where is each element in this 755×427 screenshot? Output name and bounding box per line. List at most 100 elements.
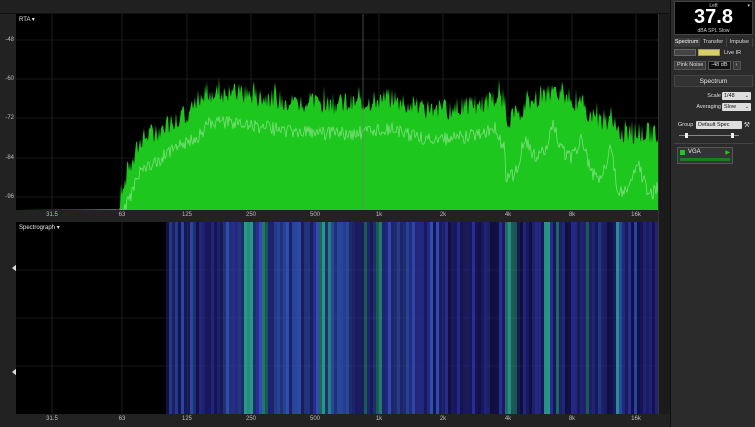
spectrograph-band [166,222,169,414]
pink-noise-row: Pink Noise -48 dB ‹ [674,61,753,70]
spectrograph-band [535,222,538,414]
spectrograph-band [520,222,523,414]
spectrograph-band [574,222,577,414]
spectrograph-band [190,222,193,414]
spl-meter[interactable]: Left ▾ 37.8 dBA SPL Slow [674,1,753,35]
spectrograph-band [643,222,646,414]
slider-knob-right[interactable] [731,133,734,138]
spectrograph-band [571,222,574,414]
spectrograph-band [487,222,490,414]
spectrograph-band [292,222,295,414]
spectrograph-band [484,222,487,414]
x-tick-label: 500 [309,416,321,422]
spectrograph-band [412,222,415,414]
transfer-toggle[interactable] [698,49,720,56]
spectrograph-band [502,222,505,414]
spectrograph-band [637,222,640,414]
spectrograph-band [367,222,370,414]
spectrum-toggle[interactable] [674,49,696,56]
spectrograph-band [253,222,256,414]
vertical-scrollbar[interactable] [658,14,670,414]
spectrograph-band [337,222,340,414]
spectrograph-band [340,222,343,414]
live-ir-button[interactable]: Live IR [724,50,741,56]
pink-noise-menu-icon[interactable]: ‹ [732,61,741,70]
x-tick-label: 250 [245,416,257,422]
spectrograph-band [604,222,607,414]
spectrograph-band [268,222,271,414]
x-tick-label: 8k [568,416,576,422]
spectrograph-band [373,222,376,414]
spectrograph-band [541,222,544,414]
spectrograph-band [226,222,229,414]
spectrograph-band [406,222,409,414]
spectrograph-band [454,222,457,414]
x-tick-label: 1k [375,212,383,218]
rta-graph[interactable]: RTA ▾ [16,14,658,210]
spectrograph-band [277,222,280,414]
spectrograph-band [310,222,313,414]
spectrograph-band [424,222,427,414]
spectrograph-band [265,222,268,414]
spectrograph-band [550,222,553,414]
spectrograph-band [295,222,298,414]
pink-noise-button[interactable]: Pink Noise [674,61,707,70]
spectrograph-band [343,222,346,414]
spectrograph-band [499,222,502,414]
spectrograph-band [331,222,334,414]
spectrograph-band [439,222,442,414]
scale-select[interactable]: 1/48 ⌄ [722,92,751,100]
chevron-down-icon: ⌄ [744,104,749,110]
spectrograph-band [361,222,364,414]
rta-plot [16,14,658,210]
spectrograph-band [592,222,595,414]
spectrograph[interactable]: Spectrograph ▾ [16,222,658,414]
spectrograph-band [634,222,637,414]
tab-transfer[interactable]: Transfer [700,38,727,47]
spectrograph-band [235,222,238,414]
analyzer-main-area: -48 -60 -72 -84 -96 RTA ▾ 31.5 63 125 250 50… [0,0,670,427]
spectrograph-band [214,222,217,414]
spectrograph-band [400,222,403,414]
spectrograph-menu[interactable]: Spectrograph ▾ [19,224,60,231]
spectrograph-band [394,222,397,414]
group-label: Group [678,122,694,128]
spectrograph-band [427,222,430,414]
spectrograph-band [382,222,385,414]
spectrograph-band [556,222,559,414]
spectrograph-band [436,222,439,414]
spectrograph-band [211,222,214,414]
spectrograph-band [193,222,196,414]
measurement-color-swatch[interactable] [680,150,685,155]
spectrograph-band [220,222,223,414]
group-select[interactable]: Default Spec [696,121,742,129]
rta-menu[interactable]: RTA ▾ [19,16,35,23]
spectrograph-band [328,222,331,414]
spectrograph-band [301,222,304,414]
spectrograph-band [631,222,634,414]
mode-tabs: Spectrum Transfer Impulse [674,38,753,47]
tab-spectrum[interactable]: Spectrum [674,38,701,47]
x-tick-label: 2k [439,212,447,218]
spectrograph-band [613,222,616,414]
x-tick-label: 125 [181,416,193,422]
play-icon[interactable]: ▶ [725,149,730,156]
divider [674,143,753,144]
spectrograph-band [244,222,247,414]
group-slider[interactable] [679,133,739,138]
averaging-select[interactable]: Slow ⌄ [722,103,751,111]
spectrograph-band [430,222,433,414]
spectrograph-band [232,222,235,414]
group-value: Default Spec [698,122,730,128]
measurement-item[interactable]: VGA ▶ [677,147,733,164]
slider-knob-left[interactable] [685,133,688,138]
spectrograph-band [319,222,322,414]
x-tick-label: 250 [245,212,257,218]
x-tick-label: 63 [118,416,126,422]
spectrograph-band [286,222,289,414]
pink-noise-level[interactable]: -48 dB [708,61,731,70]
spectrograph-band [238,222,241,414]
spectrograph-band [457,222,460,414]
tab-impulse[interactable]: Impulse [727,38,753,47]
tools-icon[interactable]: ⚒ [744,121,750,129]
